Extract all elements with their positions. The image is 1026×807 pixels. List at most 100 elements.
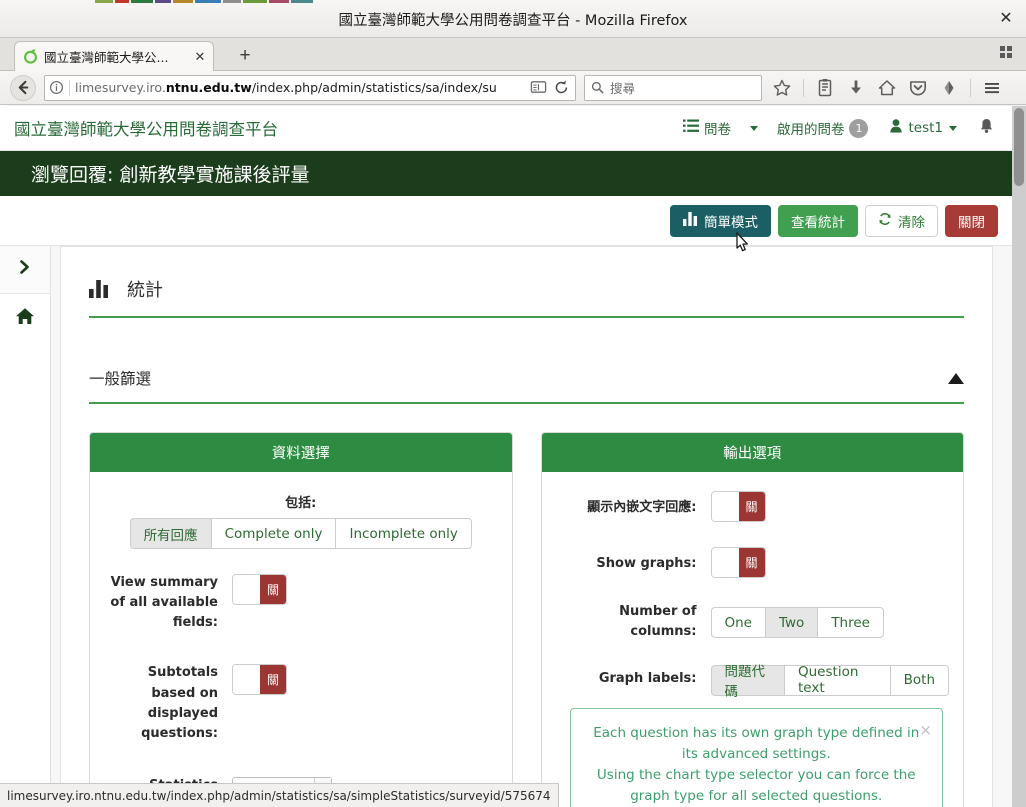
limesurvey-favicon xyxy=(23,49,38,64)
view-summary-toggle[interactable]: 關 xyxy=(232,574,287,605)
graph-labels-option-code[interactable]: 問題代碼 xyxy=(710,664,785,700)
graph-labels-option-question-text[interactable]: Question text xyxy=(784,664,891,696)
refresh-icon xyxy=(878,212,892,230)
simple-mode-button[interactable]: 簡單模式 xyxy=(670,204,771,237)
include-option-complete[interactable]: Complete only xyxy=(210,518,337,549)
include-option-all[interactable]: 所有回應 xyxy=(129,518,212,549)
filter-cards-row: 資料選擇 包括: 所有回應 Complete only Incomplete o… xyxy=(89,432,964,807)
nav-notifications[interactable] xyxy=(968,106,1012,151)
toolbar-divider-2 xyxy=(970,78,971,97)
toolbar-divider xyxy=(803,78,804,97)
chevron-right-icon xyxy=(18,259,32,280)
close-button[interactable]: 關閉 xyxy=(945,204,998,237)
active-surveys-badge: 1 xyxy=(849,118,869,138)
columns-option-three[interactable]: Three xyxy=(817,607,884,639)
chevron-up-icon[interactable] xyxy=(948,372,964,384)
view-stats-button[interactable]: 查看統計 xyxy=(778,204,858,237)
view-summary-toggle-state: 關 xyxy=(260,575,286,604)
library-icon[interactable] xyxy=(815,78,835,98)
nav-active-surveys[interactable]: 啟用的問卷 1 xyxy=(766,106,880,151)
browser-tab-close-icon[interactable]: ✕ xyxy=(193,49,207,65)
url-text: limesurvey.iro.ntnu.edu.tw/index.php/adm… xyxy=(75,80,497,95)
bar-chart-icon xyxy=(89,280,109,298)
bar-chart-icon xyxy=(683,211,698,230)
hamburger-menu-icon[interactable] xyxy=(982,78,1002,98)
page-scrollbar-thumb[interactable] xyxy=(1014,108,1024,186)
include-button-group: 所有回應 Complete only Incomplete only xyxy=(129,518,472,549)
columns-option-two[interactable]: Two xyxy=(765,607,819,639)
bookmark-star-icon[interactable] xyxy=(772,78,792,98)
general-filter-header[interactable]: 一般篩選 xyxy=(89,367,964,404)
page-title: 瀏覽回覆: 創新教學實施課後評量 xyxy=(31,164,310,186)
window-close-button[interactable]: ✕ xyxy=(996,9,1016,29)
chevron-down-icon xyxy=(749,125,758,131)
app-navbar: 國立臺灣師範大學公用問卷調查平台 問卷 啟用的問卷 1 test1 xyxy=(0,106,1012,151)
nav-active-surveys-label: 啟用的問卷 xyxy=(776,122,845,138)
data-selection-card: 資料選擇 包括: 所有回應 Complete only Incomplete o… xyxy=(89,432,513,807)
site-identity-icon[interactable] xyxy=(49,80,64,95)
subtotals-toggle-state: 關 xyxy=(260,665,286,695)
reader-mode-icon[interactable] xyxy=(530,79,548,97)
view-summary-label: View summary of all available fields: xyxy=(110,575,218,631)
nav-surveys[interactable]: 問卷 xyxy=(672,106,742,151)
sidebar-item-home[interactable] xyxy=(0,294,50,342)
clear-label: 清除 xyxy=(898,214,925,231)
browser-tab[interactable]: 國立臺灣師範大學公... ✕ xyxy=(14,41,214,71)
close-label: 關閉 xyxy=(958,214,985,231)
back-button[interactable] xyxy=(10,74,36,101)
browser-toolbar-icons xyxy=(772,78,1002,98)
search-bar[interactable]: 搜尋 xyxy=(584,74,762,101)
page-scrollbar[interactable] xyxy=(1012,106,1026,807)
browser-tab-title: 國立臺灣師範大學公... xyxy=(44,50,169,65)
reload-icon[interactable] xyxy=(553,79,571,97)
data-selection-header: 資料選擇 xyxy=(90,433,512,472)
search-input[interactable]: 搜尋 xyxy=(610,78,635,97)
nav-surveys-dropdown[interactable] xyxy=(742,106,766,151)
show-inline-text-label: 顯示內嵌文字回應: xyxy=(587,499,697,515)
output-options-card: 輸出選項 顯示內嵌文字回應: 關 Show graphs: 關 Number o… xyxy=(540,432,964,807)
home-icon xyxy=(15,307,35,330)
clear-button[interactable]: 清除 xyxy=(865,204,938,237)
user-icon xyxy=(890,119,903,137)
toggle-knob xyxy=(233,575,260,604)
browser-tabstrip: 國立臺灣師範大學公... ✕ + xyxy=(0,38,1026,71)
show-inline-text-toggle[interactable]: 關 xyxy=(710,491,766,522)
stats-panel: 統計 一般篩選 資料選擇 包括: 所有回應 Complete only Inco… xyxy=(60,246,993,807)
nav-user-label: test1 xyxy=(908,120,943,136)
window-title: 國立臺灣師範大學公用問卷調查平台 - Mozilla Firefox xyxy=(338,13,688,29)
window-titlebar: 國立臺灣師範大學公用問卷調查平台 - Mozilla Firefox ✕ xyxy=(0,0,1026,38)
show-graphs-toggle-state: 關 xyxy=(738,548,765,577)
subtotals-toggle[interactable]: 關 xyxy=(232,664,287,696)
new-tab-button[interactable]: + xyxy=(233,44,257,68)
stats-header: 統計 xyxy=(89,276,964,318)
nav-user-menu[interactable]: test1 xyxy=(879,106,968,151)
include-option-incomplete[interactable]: Incomplete only xyxy=(335,518,472,549)
show-inline-text-toggle-state: 關 xyxy=(738,492,765,521)
notice-close-icon[interactable]: × xyxy=(919,719,932,742)
toggle-knob xyxy=(233,665,260,695)
action-toolbar: 簡單模式 查看統計 清除 關閉 xyxy=(0,196,1012,246)
sync-icon[interactable] xyxy=(939,78,959,98)
show-graphs-label: Show graphs: xyxy=(596,555,697,571)
pocket-icon[interactable] xyxy=(908,78,928,98)
search-icon xyxy=(591,81,604,94)
home-icon[interactable] xyxy=(877,78,897,98)
number-of-columns-label: Number of columns: xyxy=(619,604,697,640)
sidebar-expand-button[interactable] xyxy=(0,246,50,294)
page-viewport: 國立臺灣師範大學公用問卷調查平台 問卷 啟用的問卷 1 test1 瀏覽回覆: … xyxy=(0,106,1026,807)
url-bar[interactable]: limesurvey.iro.ntnu.edu.tw/index.php/adm… xyxy=(44,74,576,101)
columns-option-one[interactable]: One xyxy=(710,607,766,639)
show-graphs-toggle[interactable]: 關 xyxy=(710,547,766,578)
app-main: 統計 一般篩選 資料選擇 包括: 所有回應 Complete only Inco… xyxy=(51,246,1012,807)
screen-root: 國立臺灣師範大學公用問卷調查平台 - Mozilla Firefox ✕ 國立臺… xyxy=(0,0,1026,807)
simple-mode-label: 簡單模式 xyxy=(704,214,758,231)
status-bar-link-preview: limesurvey.iro.ntnu.edu.tw/index.php/adm… xyxy=(0,783,559,807)
app-brand[interactable]: 國立臺灣師範大學公用問卷調查平台 xyxy=(14,116,278,140)
tab-overview-grid-icon[interactable] xyxy=(1000,46,1018,64)
titlebar-decoration xyxy=(95,0,335,3)
download-icon[interactable] xyxy=(846,78,866,98)
graph-labels-option-both[interactable]: Both xyxy=(889,664,949,696)
app-sidebar xyxy=(0,246,51,807)
notice-line-2: Using the chart type selector you can fo… xyxy=(596,766,916,804)
data-selection-body: 包括: 所有回應 Complete only Incomplete only V… xyxy=(90,472,512,807)
